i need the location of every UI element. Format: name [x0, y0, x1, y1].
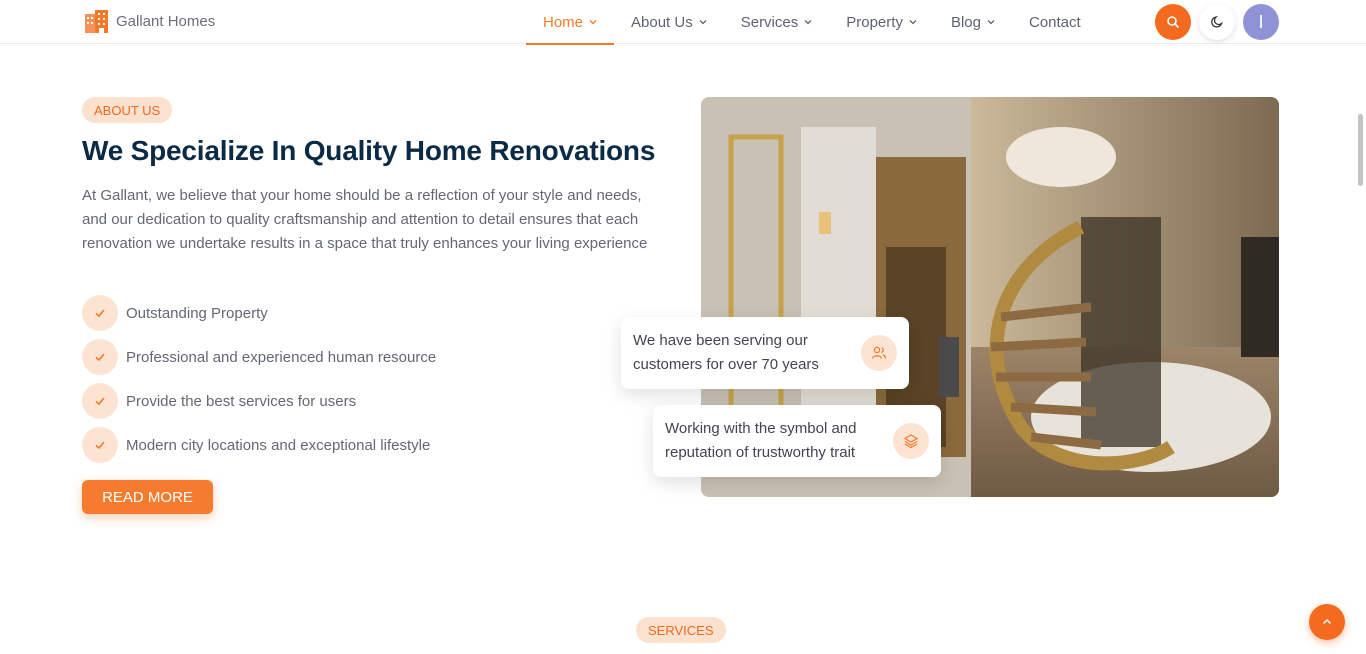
read-more-button[interactable]: READ MORE: [82, 480, 213, 514]
theme-toggle-button[interactable]: [1199, 4, 1235, 40]
nav-label: Blog: [950, 13, 981, 31]
nav-about-us[interactable]: About Us: [614, 0, 724, 44]
avatar[interactable]: I: [1243, 4, 1279, 40]
list-item: Modern city locations and exceptional li…: [82, 427, 436, 463]
users-icon: [861, 335, 897, 371]
info-card-text: Working with the symbol and reputation o…: [665, 420, 857, 461]
list-item: Outstanding Property: [82, 295, 436, 331]
check-icon: [82, 295, 118, 331]
main-nav: Home About Us Services Property Blog Con…: [526, 0, 1098, 45]
nav-label: Services: [740, 13, 799, 31]
nav-label: About Us: [631, 13, 693, 31]
avatar-initial: I: [1258, 11, 1264, 32]
info-card-years: We have been serving our customers for o…: [621, 317, 909, 389]
layers-icon: [893, 423, 929, 459]
nav-label: Home: [543, 13, 584, 31]
page-title: We Specialize In Quality Home Renovation…: [82, 135, 656, 166]
nav-property[interactable]: Property: [829, 0, 934, 44]
feature-text: Outstanding Property: [126, 304, 268, 322]
chevron-down-icon: [589, 20, 597, 25]
check-icon: [82, 383, 118, 419]
services-badge: SERVICES: [636, 617, 726, 643]
list-item: Provide the best services for users: [82, 383, 436, 419]
chevron-down-icon: [909, 20, 917, 25]
nav-blog[interactable]: Blog: [934, 0, 1012, 44]
info-card-text: We have been serving our customers for o…: [633, 332, 819, 373]
page-scrollbar[interactable]: [1358, 114, 1363, 186]
about-description: At Gallant, we believe that your home sh…: [82, 187, 648, 252]
feature-text: Modern city locations and exceptional li…: [126, 436, 431, 454]
building-icon: [85, 10, 108, 33]
nav-contact[interactable]: Contact: [1012, 0, 1098, 44]
search-icon: [1167, 16, 1180, 29]
site-header: Gallant Homes Home About Us Services Pro…: [0, 0, 1366, 45]
check-icon: [82, 427, 118, 463]
brand-name: Gallant Homes: [116, 12, 216, 30]
back-to-top-button[interactable]: [1309, 604, 1345, 640]
feature-list: Outstanding Property Professional and ex…: [82, 295, 436, 471]
feature-text: Provide the best services for users: [126, 392, 357, 410]
search-button[interactable]: [1155, 4, 1191, 40]
chevron-up-icon: [1322, 618, 1332, 625]
nav-services[interactable]: Services: [724, 0, 830, 44]
list-item: Professional and experienced human resou…: [82, 339, 436, 375]
chevron-down-icon: [699, 20, 707, 25]
chevron-down-icon: [987, 20, 995, 25]
brand[interactable]: Gallant Homes: [84, 8, 215, 34]
nav-label: Contact: [1028, 13, 1081, 31]
feature-text: Professional and experienced human resou…: [126, 348, 437, 366]
chevron-down-icon: [804, 20, 812, 25]
info-card-reputation: Working with the symbol and reputation o…: [653, 405, 941, 477]
nav-home[interactable]: Home: [526, 0, 615, 45]
nav-label: Property: [846, 13, 903, 31]
moon-icon: [1211, 16, 1223, 28]
check-icon: [82, 339, 118, 375]
about-badge: ABOUT US: [82, 97, 173, 123]
